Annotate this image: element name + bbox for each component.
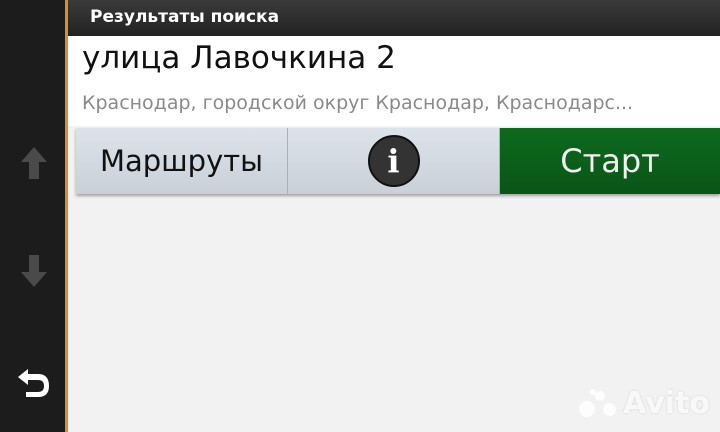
watermark: Avito <box>579 386 710 421</box>
scroll-down-button[interactable] <box>0 248 68 294</box>
info-button[interactable]: i <box>288 128 500 194</box>
arrow-up-icon <box>21 147 47 179</box>
action-bar: Маршруты i Старт <box>76 128 720 194</box>
routes-label: Маршруты <box>99 144 264 178</box>
start-button[interactable]: Старт <box>500 128 720 194</box>
avito-logo-icon <box>579 388 617 419</box>
back-button[interactable] <box>0 356 68 406</box>
info-glyph: i <box>387 142 400 180</box>
page-title: Результаты поиска <box>68 0 720 36</box>
main-panel: Результаты поиска улица Лавочкина 2 Крас… <box>68 0 720 432</box>
result-name: улица Лавочкина 2 <box>82 40 396 76</box>
watermark-text: Avito <box>623 386 710 421</box>
arrow-down-icon <box>21 255 47 287</box>
info-icon: i <box>367 135 420 187</box>
scroll-up-button[interactable] <box>0 140 68 186</box>
start-label: Старт <box>560 142 660 180</box>
side-nav-rail <box>0 0 68 432</box>
back-arrow-icon <box>18 369 49 397</box>
result-address: Краснодар, городской округ Краснодар, Кр… <box>82 92 634 114</box>
routes-button[interactable]: Маршруты <box>76 128 288 194</box>
search-result-item[interactable]: улица Лавочкина 2 Краснодар, городской о… <box>68 36 720 126</box>
